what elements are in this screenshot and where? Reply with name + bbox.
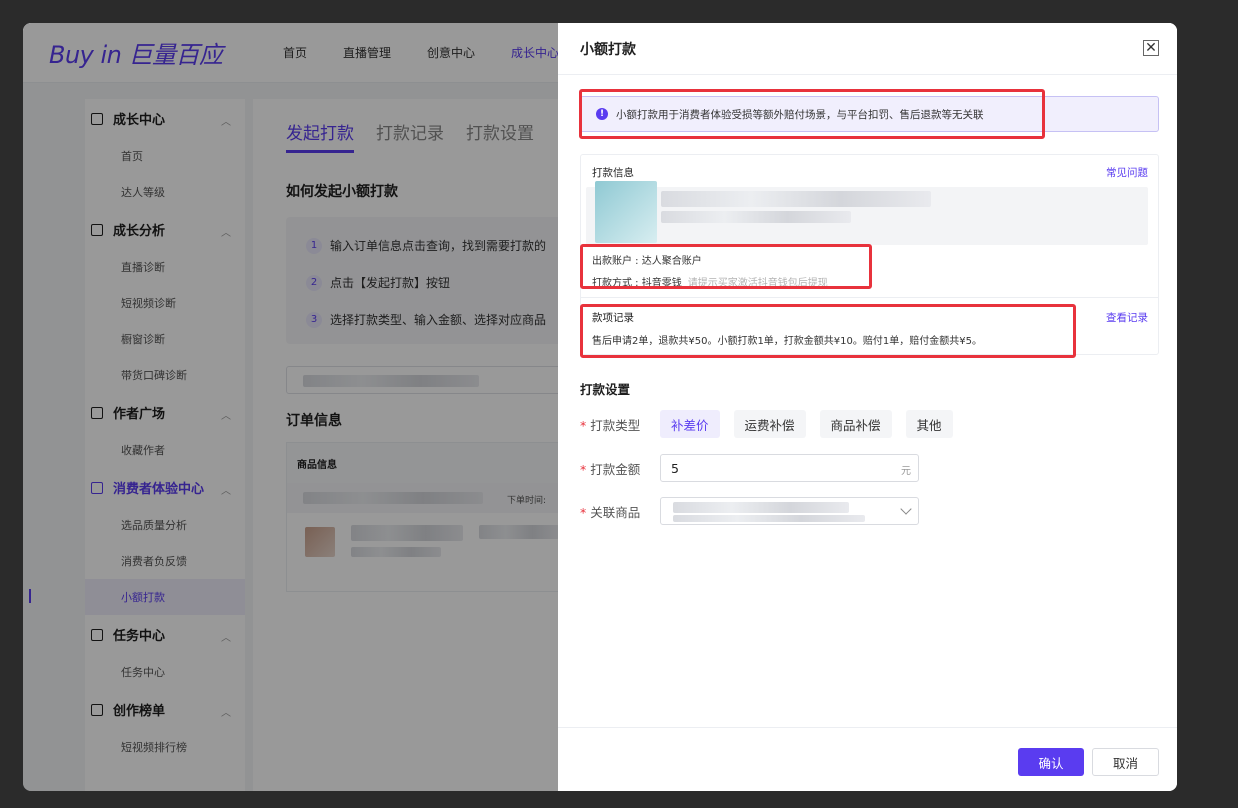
payment-type-row: * 打款类型 补差价 运费补偿 商品补偿 其他 (580, 410, 967, 438)
view-records-link[interactable]: 查看记录 (1106, 310, 1148, 325)
cancel-button[interactable]: 取消 (1092, 748, 1159, 776)
related-product-row: * 关联商品 (580, 497, 919, 525)
browser-window: Buy in 巨量百应 首页 直播管理 创意中心 成长中心 成长中心 ︿ 首页 达… (23, 23, 1177, 791)
redacted-text (673, 515, 865, 522)
faq-link[interactable]: 常见问题 (1106, 165, 1148, 180)
type-option-shipping-compensation[interactable]: 运费补偿 (733, 410, 806, 438)
chevron-down-icon (900, 503, 912, 515)
modal-overlay[interactable] (23, 23, 558, 791)
confirm-button[interactable]: 确认 (1018, 748, 1084, 776)
type-option-other[interactable]: 其他 (905, 410, 953, 438)
type-option-product-compensation[interactable]: 商品补偿 (819, 410, 892, 438)
highlight-box (579, 89, 1045, 139)
payment-amount-row: * 打款金额 5 元 (580, 454, 919, 482)
drawer-header: 小额打款 ✕ (558, 23, 1177, 75)
payment-settings-title: 打款设置 (580, 382, 631, 397)
close-icon[interactable]: ✕ (1143, 40, 1159, 56)
redacted-text (661, 191, 931, 207)
payment-info-title: 打款信息 (592, 167, 634, 179)
avatar (595, 181, 657, 243)
amount-unit: 元 (901, 466, 911, 477)
redacted-text (673, 502, 849, 513)
amount-input[interactable]: 5 元 (660, 454, 919, 482)
type-option-price-difference[interactable]: 补差价 (660, 410, 720, 438)
drawer-footer: 确认 取消 (558, 727, 1177, 791)
highlight-box (580, 304, 1076, 358)
small-payment-drawer: 小额打款 ✕ ! 小额打款用于消费者体验受损等额外赔付场景，与平台扣罚、售后退款… (558, 23, 1177, 791)
redacted-text (661, 211, 851, 223)
card-divider (581, 297, 1158, 298)
drawer-title: 小额打款 (580, 41, 636, 58)
related-product-select[interactable] (660, 497, 919, 525)
highlight-box (580, 244, 872, 289)
